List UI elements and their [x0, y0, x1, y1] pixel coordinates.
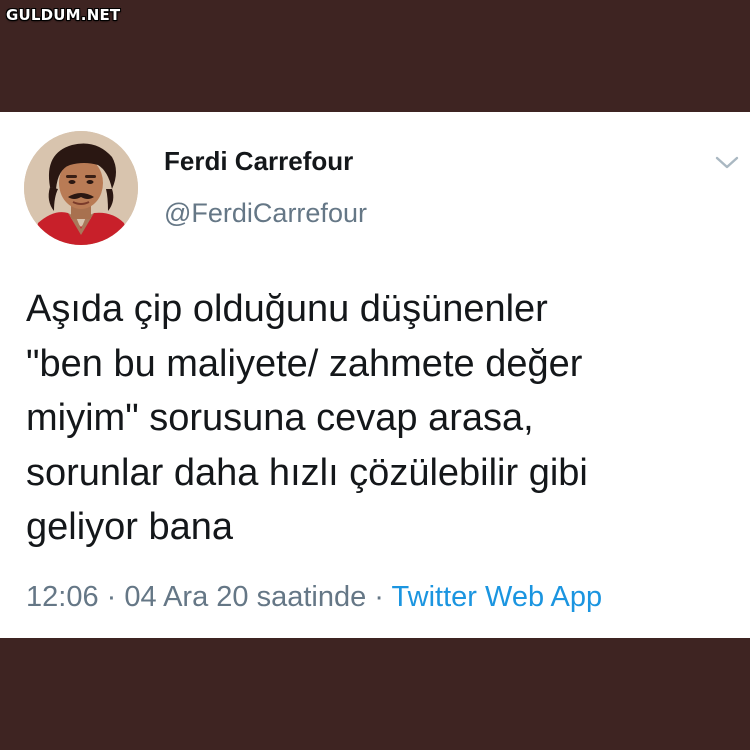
avatar[interactable] — [24, 131, 138, 245]
chevron-down-icon[interactable] — [714, 154, 740, 172]
site-watermark: GULDUM.NET — [6, 6, 121, 24]
profile-photo-icon — [24, 131, 138, 245]
tweet-text: Aşıda çip olduğunu düşünenler "ben bu ma… — [26, 282, 726, 555]
meta-separator: · — [374, 581, 384, 613]
tweet-source-link[interactable]: Twitter Web App — [392, 581, 603, 613]
tweet-card: Ferdi Carrefour @FerdiCarrefour Aşıda çi… — [0, 112, 750, 638]
author-handle[interactable]: @FerdiCarrefour — [164, 198, 367, 229]
tweet-text-line: sorunlar daha hızlı çözülebilir gibi — [26, 451, 588, 494]
tweet-text-line: Aşıda çip olduğunu düşünenler — [26, 288, 548, 330]
tweet-time[interactable]: 12:06 — [26, 581, 99, 613]
tweet-text-line: geliyor bana — [26, 506, 234, 548]
tweet-date[interactable]: 04 Ara 20 saatinde — [124, 581, 366, 613]
tweet-text-line: miyim" sorusuna cevap arasa, — [26, 397, 534, 439]
meta-separator: · — [106, 581, 117, 613]
tweet-meta: 12:06 · 04 Ara 20 saatinde · Twitter Web… — [26, 581, 602, 614]
tweet-text-line: "ben bu maliyete/ zahmete değer — [26, 342, 583, 385]
author-name[interactable]: Ferdi Carrefour — [164, 146, 353, 177]
